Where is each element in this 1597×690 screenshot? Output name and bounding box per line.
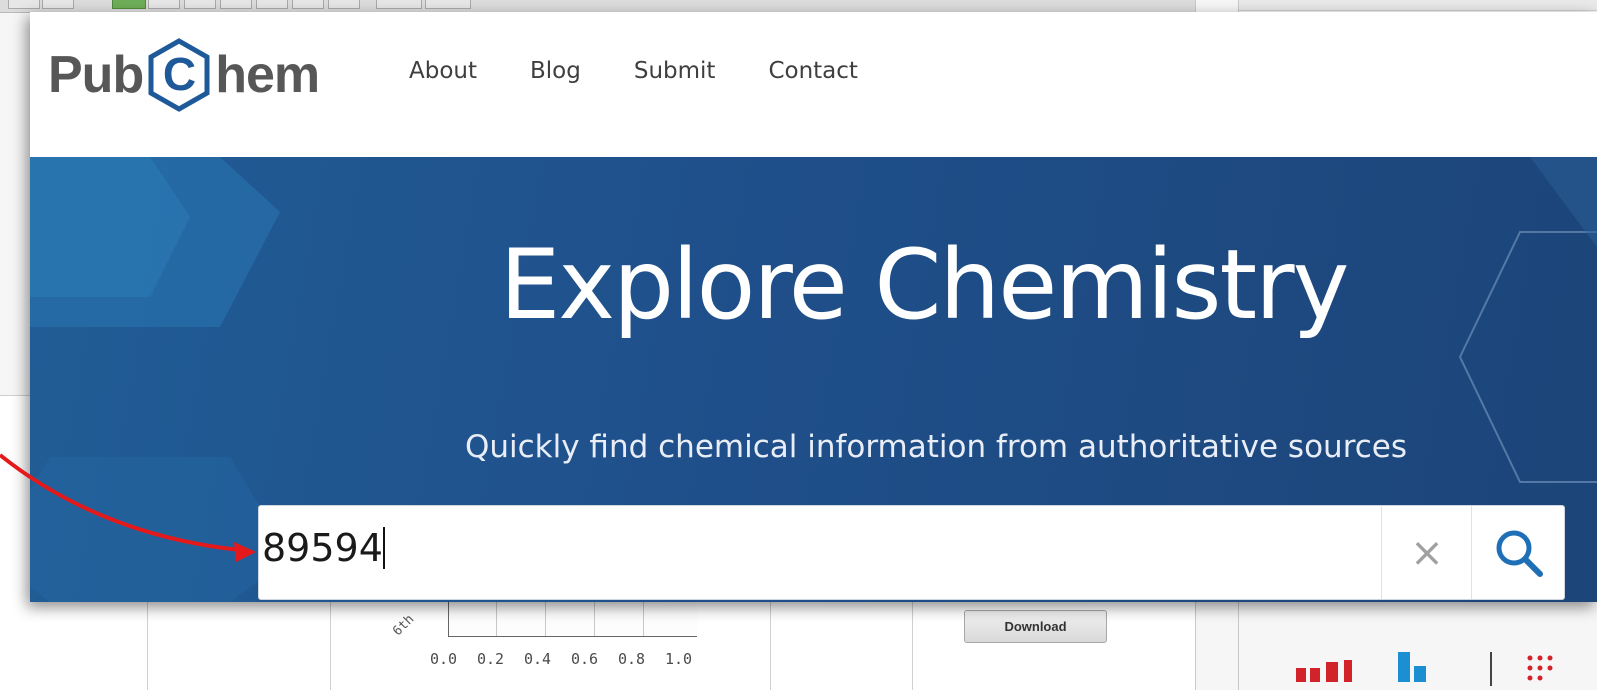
close-icon: × [1410,529,1444,576]
background-right-panel-top [1238,0,1597,11]
hero-subtitle: Quickly find chemical information from a… [464,429,1408,465]
toolbar-button[interactable] [425,0,471,9]
logo-text-hem: hem [215,46,320,104]
nav-link-contact[interactable]: Contact [768,58,857,84]
main-nav: About Blog Submit Contact [409,58,911,84]
nav-link-about[interactable]: About [409,58,477,84]
nav-link-submit[interactable]: Submit [634,58,716,84]
toolbar-button[interactable] [42,0,74,9]
toolbar-button[interactable] [328,0,360,9]
search-icon [1496,530,1543,577]
toolbar-button[interactable] [148,0,180,9]
hero-title: Explore Chemistry [499,229,1350,341]
search-button[interactable] [1471,506,1566,599]
search-input-value: 89594 [262,526,383,570]
mini-chart-tick-label: 0.4 [524,650,552,668]
toolbar-button[interactable] [184,0,216,9]
toolbar-button[interactable] [256,0,288,9]
mini-chart-tick-label: 0.8 [618,650,646,668]
search-bar: 89594 × [258,505,1565,600]
pubchem-window: Pub C hem About Blog Submit Contact Expl… [30,12,1597,602]
pubchem-logo[interactable]: Pub C hem [48,30,320,120]
mini-chart-tick-label: 0.6 [571,650,599,668]
toolbar-button[interactable] [292,0,324,9]
toolbar-button-green[interactable] [112,0,146,9]
text-caret [382,527,385,569]
toolbar-button[interactable] [220,0,252,9]
mini-chart-tick-label: 1.0 [665,650,693,668]
pubchem-header: Pub C hem About Blog Submit Contact [30,12,1597,157]
clear-search-button[interactable]: × [1381,506,1472,599]
logo-text-pub: Pub [48,46,144,104]
download-button[interactable]: Download [964,610,1107,643]
toolbar-button[interactable] [8,0,40,9]
partial-logo-graphic [1296,652,1553,686]
logo-text-c: C [163,48,195,100]
hexagon-c-logo-icon: C [148,38,210,112]
mini-chart-tick-label: 0.2 [477,650,505,668]
mini-chart-tick-label: 0.0 [430,650,458,668]
search-input[interactable]: 89594 [262,526,385,570]
hero-banner: Explore Chemistry Quickly find chemical … [30,157,1597,602]
nav-link-blog[interactable]: Blog [530,58,581,84]
toolbar-button[interactable] [376,0,422,9]
